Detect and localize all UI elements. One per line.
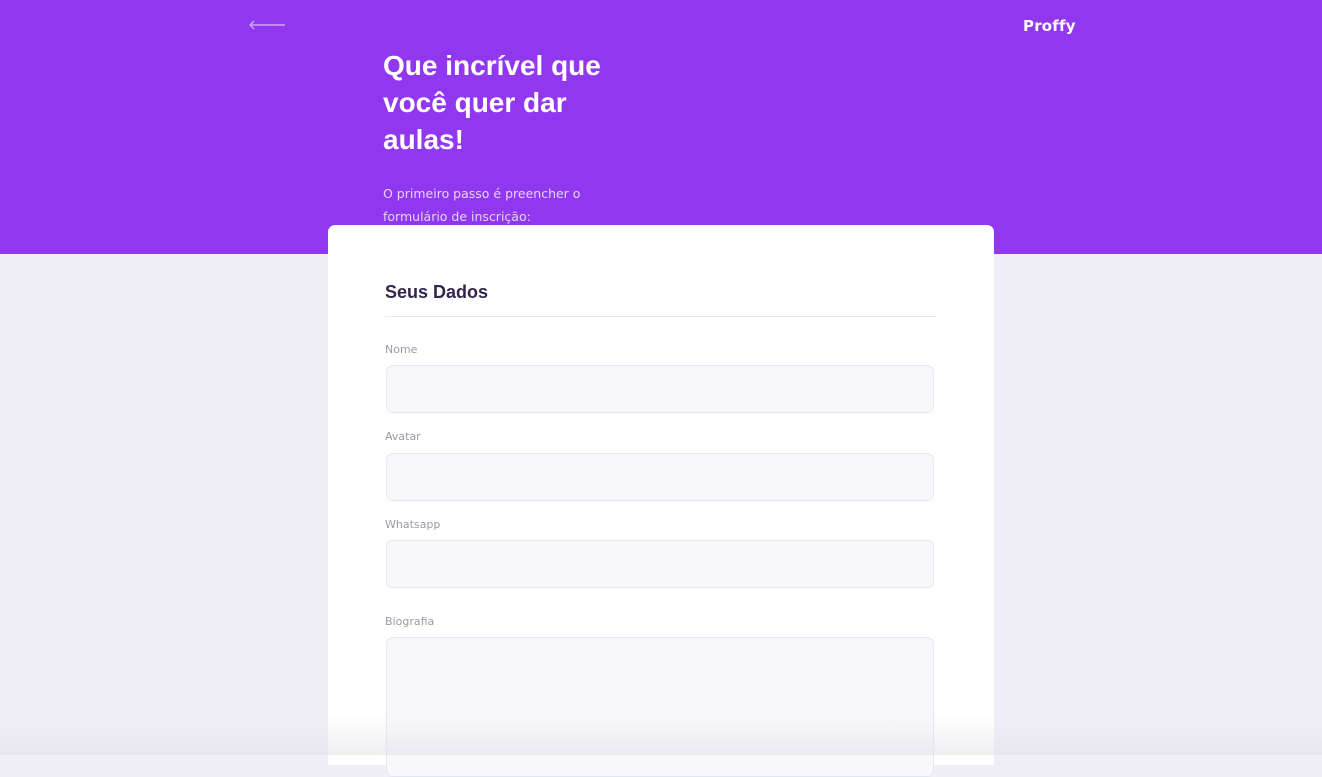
page-subtitle: O primeiro passo é preencher o formulári…: [383, 186, 581, 224]
bio-field-label: Biografia: [385, 615, 435, 628]
name-field[interactable]: [386, 365, 934, 413]
section-title: Seus Dados: [385, 282, 489, 302]
back-button[interactable]: [246, 14, 288, 36]
form-card: Seus Dados Nome Avatar Whatsapp Biografi…: [328, 225, 994, 777]
avatar-field[interactable]: [386, 453, 934, 501]
page-header: Proffy Que incrível que você quer dar au…: [0, 0, 1322, 254]
avatar-field-label: Avatar: [385, 430, 421, 443]
arrow-left-icon: [248, 20, 285, 30]
logo: Proffy: [1023, 17, 1076, 35]
name-field-label: Nome: [385, 343, 418, 356]
bio-field[interactable]: [386, 637, 934, 777]
whatsapp-field[interactable]: [386, 540, 934, 588]
page-title: Que incrível que você quer dar aulas!: [383, 50, 601, 155]
whatsapp-field-label: Whatsapp: [385, 518, 441, 531]
section-divider: [385, 316, 936, 317]
